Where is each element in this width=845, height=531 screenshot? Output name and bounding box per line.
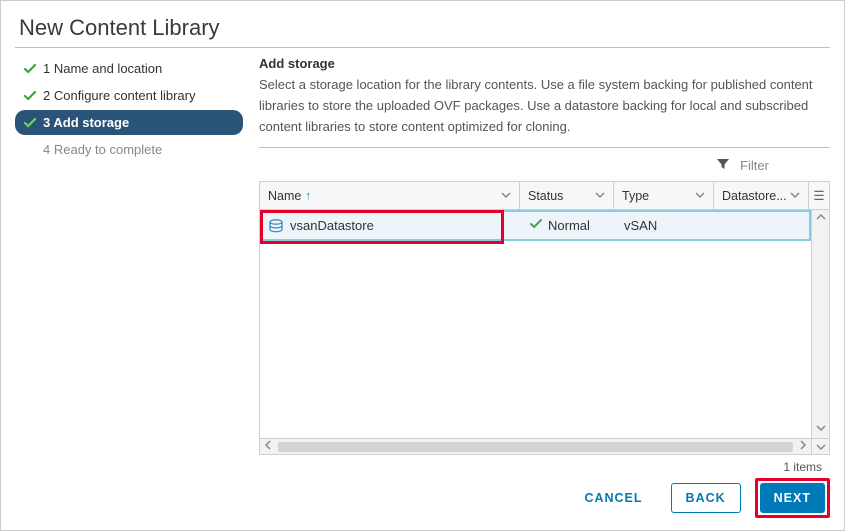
step-label: 1 Name and location — [43, 61, 162, 76]
column-header-datastore[interactable]: Datastore... — [714, 182, 809, 209]
column-label: Type — [622, 189, 649, 203]
vertical-scrollbar[interactable] — [811, 210, 829, 438]
highlight-next-button: NEXT — [755, 478, 830, 518]
column-label: Datastore... — [722, 189, 787, 203]
table-row[interactable]: vsanDatastore Normal vSAN — [260, 210, 811, 241]
section-description: Select a storage location for the librar… — [259, 75, 830, 148]
scroll-left-icon[interactable] — [260, 440, 276, 453]
dialog-title: New Content Library — [15, 11, 830, 48]
grid-header: Name ↑ Status Type — [260, 182, 829, 210]
scroll-track[interactable] — [278, 442, 793, 452]
column-menu-button[interactable]: ☰ — [809, 182, 829, 209]
cell-type: vSAN — [624, 218, 657, 233]
step-label: 3 Add storage — [43, 115, 129, 130]
datastore-icon — [268, 219, 284, 233]
scroll-right-icon[interactable] — [795, 440, 811, 453]
section-title: Add storage — [259, 56, 830, 71]
grid-item-count: 1 items — [259, 455, 830, 474]
step-add-storage[interactable]: 3 Add storage — [15, 110, 243, 135]
column-header-status[interactable]: Status — [520, 182, 614, 209]
new-content-library-dialog: New Content Library 1 Name and location … — [0, 0, 845, 531]
cell-name: vsanDatastore — [290, 218, 374, 233]
step-label: 2 Configure content library — [43, 88, 195, 103]
horizontal-scrollbar[interactable] — [260, 438, 829, 454]
scroll-down-icon[interactable] — [816, 421, 826, 438]
column-label: Status — [528, 189, 563, 203]
scroll-corner-icon — [811, 439, 829, 454]
column-menu-icon: ☰ — [811, 188, 827, 203]
checkmark-icon — [23, 90, 37, 102]
chevron-down-icon[interactable] — [790, 189, 800, 203]
status-ok-icon — [530, 218, 542, 233]
chevron-down-icon[interactable] — [501, 189, 511, 203]
step-label: 4 Ready to complete — [43, 142, 162, 157]
datastore-grid: Name ↑ Status Type — [259, 181, 830, 455]
next-button[interactable]: NEXT — [760, 483, 825, 513]
back-button[interactable]: BACK — [671, 483, 741, 513]
filter-icon[interactable] — [716, 157, 730, 174]
sort-ascending-icon: ↑ — [305, 190, 311, 202]
cell-status: Normal — [548, 218, 590, 233]
checkmark-icon — [23, 117, 37, 129]
scroll-up-icon[interactable] — [816, 210, 826, 227]
column-label: Name — [268, 189, 301, 203]
step-ready-complete: 4 Ready to complete — [15, 137, 243, 162]
column-header-type[interactable]: Type — [614, 182, 714, 209]
chevron-down-icon[interactable] — [695, 189, 705, 203]
chevron-down-icon[interactable] — [595, 189, 605, 203]
wizard-steps-sidebar: 1 Name and location 2 Configure content … — [15, 56, 243, 474]
column-header-name[interactable]: Name ↑ — [260, 182, 520, 209]
wizard-actions: CANCEL BACK NEXT — [570, 478, 830, 518]
filter-input[interactable] — [736, 156, 826, 175]
step-name-location[interactable]: 1 Name and location — [15, 56, 243, 81]
cancel-button[interactable]: CANCEL — [570, 483, 656, 513]
step-configure-library[interactable]: 2 Configure content library — [15, 83, 243, 108]
checkmark-icon — [23, 63, 37, 75]
